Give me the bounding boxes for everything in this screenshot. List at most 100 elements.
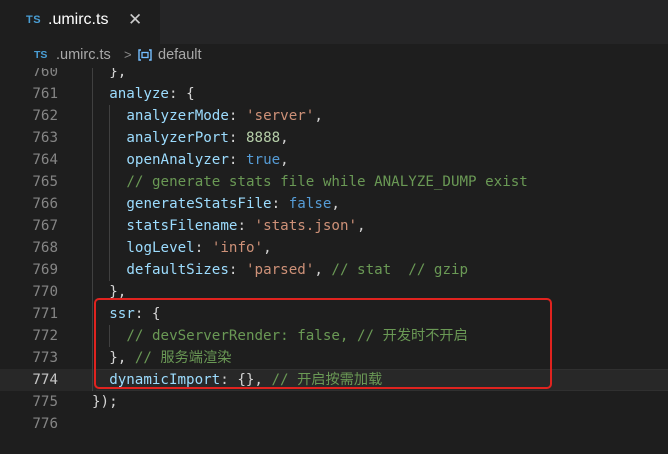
code-text: generateStatsFile: false, <box>126 193 340 215</box>
code-text: }, <box>109 281 126 303</box>
indent-guide <box>92 149 93 171</box>
code-line[interactable]: 769 defaultSizes: 'parsed', // stat // gz… <box>0 259 668 281</box>
line-number: 772 <box>32 328 58 344</box>
code-line[interactable]: 768 logLevel: 'info', <box>0 237 668 259</box>
code-text: }, // 服务端渲染 <box>109 347 231 369</box>
code-token: , <box>314 262 332 278</box>
indent-guide <box>109 193 110 215</box>
code-token: , <box>357 218 366 234</box>
code-token: : {}, <box>220 372 272 388</box>
code-token: analyzerPort <box>126 130 229 146</box>
code-token: : <box>228 108 246 124</box>
chevron-right-icon: > <box>124 47 132 62</box>
code-line[interactable]: 767 statsFilename: 'stats.json', <box>0 215 668 237</box>
code-line[interactable]: 776 <box>0 413 668 435</box>
code-token: , <box>280 152 289 168</box>
indent-guide <box>109 149 110 171</box>
indent-guide <box>109 259 110 281</box>
indent-guide <box>109 171 110 193</box>
tab-title: .umirc.ts <box>48 11 109 28</box>
code-line[interactable]: 761 analyze: { <box>0 83 668 105</box>
code-line[interactable]: 760}, <box>0 68 668 83</box>
indent-guide <box>109 237 110 259</box>
indent-guide <box>109 127 110 149</box>
code-token: : <box>194 240 212 256</box>
indent-guide <box>92 215 93 237</box>
code-token: // 开启按需加载 <box>271 372 383 388</box>
code-token: : <box>237 218 255 234</box>
code-line[interactable]: 774 dynamicImport: {}, // 开启按需加载 <box>0 369 668 391</box>
line-number: 770 <box>32 284 58 300</box>
code-text: logLevel: 'info', <box>126 237 271 259</box>
typescript-file-icon: TS <box>34 49 48 61</box>
code-text: // devServerRender: false, // 开发时不开启 <box>126 325 467 347</box>
code-line[interactable]: 771 ssr: { <box>0 303 668 325</box>
indent-guide <box>109 215 110 237</box>
close-icon[interactable]: ✕ <box>128 10 142 30</box>
line-number: 768 <box>32 240 58 256</box>
code-token: 'info' <box>211 240 264 256</box>
code-text: defaultSizes: 'parsed', // stat // gzip <box>126 259 468 281</box>
code-token: // devServerRender: false, // 开发时不开启 <box>126 328 468 344</box>
line-number: 766 <box>32 196 58 212</box>
code-token: analyze <box>109 86 169 102</box>
code-line[interactable]: 762 analyzerMode: 'server', <box>0 105 668 127</box>
code-text: analyzerMode: 'server', <box>126 105 322 127</box>
indent-guide <box>92 325 93 347</box>
code-text: statsFilename: 'stats.json', <box>126 215 365 237</box>
code-token: , <box>331 196 340 212</box>
code-token: }, <box>109 350 135 366</box>
code-line[interactable]: 766 generateStatsFile: false, <box>0 193 668 215</box>
code-line[interactable]: 765 // generate stats file while ANALYZE_… <box>0 171 668 193</box>
indent-guide <box>92 68 93 83</box>
breadcrumb: TS .umirc.ts > default <box>0 44 668 68</box>
line-number: 763 <box>32 130 58 146</box>
tab-bar: TS .umirc.ts ✕ <box>0 0 668 44</box>
code-token: logLevel <box>126 240 195 256</box>
line-number: 773 <box>32 350 58 366</box>
indent-guide <box>92 237 93 259</box>
indent-guide <box>109 325 110 347</box>
code-line[interactable]: 770}, <box>0 281 668 303</box>
symbol-variable-icon <box>138 49 152 61</box>
code-line[interactable]: 764 openAnalyzer: true, <box>0 149 668 171</box>
tab-umirc-ts[interactable]: TS .umirc.ts ✕ <box>0 0 160 44</box>
indent-guide <box>92 281 93 303</box>
typescript-file-icon: TS <box>26 14 42 26</box>
indent-guide <box>92 83 93 105</box>
code-token: }, <box>109 68 127 80</box>
code-token: // generate stats file while ANALYZE_DUM… <box>126 174 528 190</box>
breadcrumb-symbol[interactable]: default <box>158 47 202 63</box>
code-token: : <box>271 196 289 212</box>
code-text: }, <box>109 68 126 83</box>
code-token: // stat // gzip <box>331 262 469 278</box>
code-line[interactable]: 763 analyzerPort: 8888, <box>0 127 668 149</box>
code-text: dynamicImport: {}, // 开启按需加载 <box>109 369 382 391</box>
code-line[interactable]: 775}); <box>0 391 668 413</box>
indent-guide <box>92 193 93 215</box>
code-token: generateStatsFile <box>126 196 272 212</box>
code-token: }); <box>92 394 118 410</box>
code-editor[interactable]: 760}, 761 analyze: {762 analyzerMode: 'serv… <box>0 68 668 454</box>
code-token: true <box>245 152 281 168</box>
indent-guide <box>92 347 93 369</box>
code-token: : <box>228 262 246 278</box>
code-token: false <box>288 196 332 212</box>
code-line[interactable]: 773}, // 服务端渲染 <box>0 347 668 369</box>
code-line[interactable]: 772 // devServerRender: false, // 开发时不开启 <box>0 325 668 347</box>
line-number: 764 <box>32 152 58 168</box>
code-text: }); <box>92 391 118 413</box>
code-token: : { <box>168 86 195 102</box>
line-number: 760 <box>32 68 58 80</box>
code-token: 8888 <box>245 130 281 146</box>
code-text: ssr: { <box>109 303 160 325</box>
line-number: 769 <box>32 262 58 278</box>
breadcrumb-file[interactable]: .umirc.ts <box>56 47 111 63</box>
code-token: openAnalyzer <box>126 152 229 168</box>
code-token: // 服务端渲染 <box>134 350 232 366</box>
code-token: 'stats.json' <box>254 218 358 234</box>
code-token: statsFilename <box>126 218 238 234</box>
code-text: // generate stats file while ANALYZE_DUM… <box>126 171 527 193</box>
code-token: analyzerMode <box>126 108 229 124</box>
line-number: 771 <box>32 306 58 322</box>
